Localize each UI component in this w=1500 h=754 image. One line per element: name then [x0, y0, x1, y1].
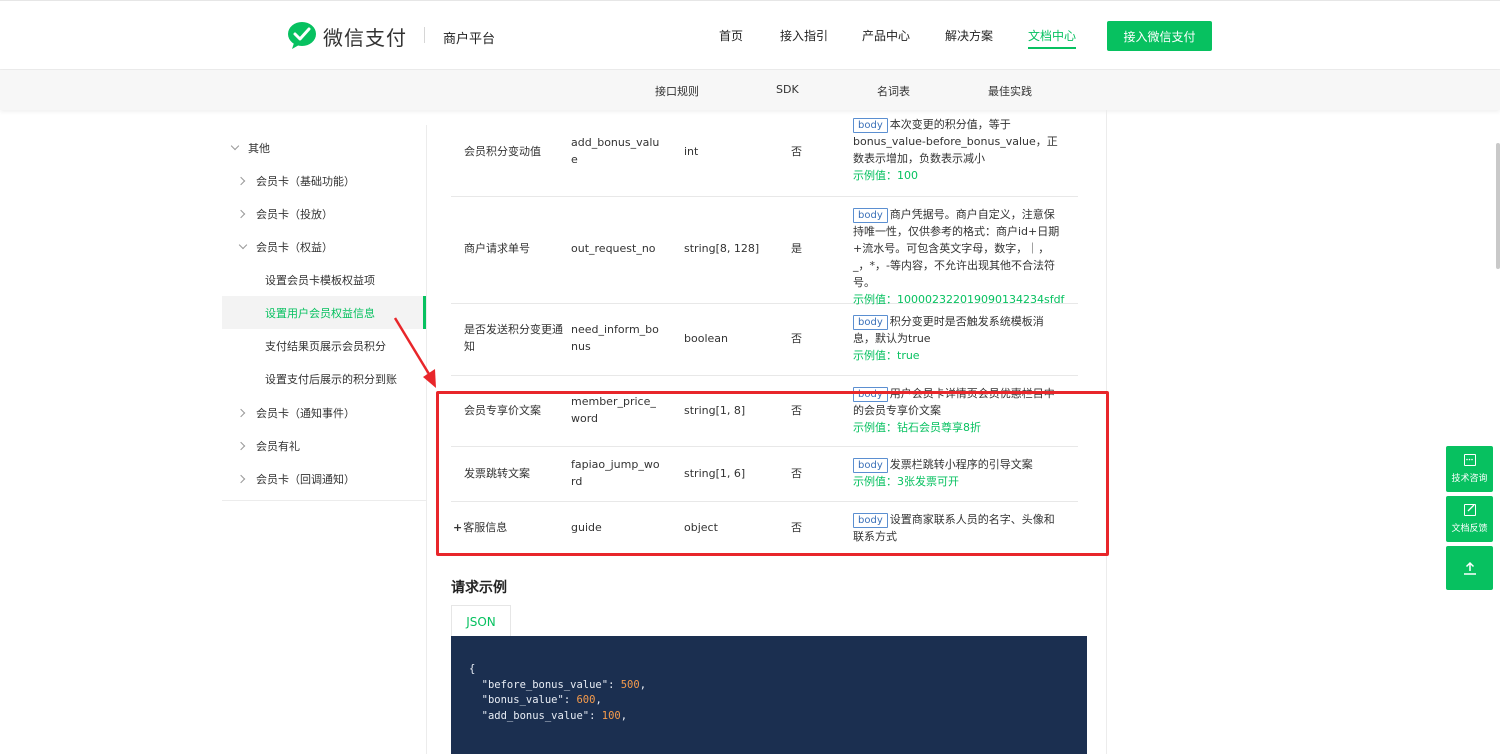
- doc-feedback-button[interactable]: 文档反馈: [1446, 496, 1493, 542]
- arrow-up-icon: [1463, 561, 1476, 575]
- chat-icon: [1463, 454, 1476, 466]
- code-line: "bonus_value": 600,: [469, 694, 602, 706]
- float-button-label: 技术咨询: [1451, 474, 1488, 484]
- code-line: "add_bonus_value": 100,: [469, 709, 628, 722]
- tab-json[interactable]: JSON: [451, 605, 511, 637]
- request-example-title: 请求示例: [451, 580, 507, 596]
- tech-consult-button[interactable]: 技术咨询: [1446, 446, 1493, 492]
- code-line: "before_bonus_value": 500,: [469, 678, 647, 691]
- code-line: {: [469, 663, 476, 675]
- code-block: { "before_bonus_value": 500, "bonus_valu…: [451, 636, 1087, 754]
- edit-icon: [1463, 504, 1476, 516]
- page-scrollbar[interactable]: [1496, 143, 1500, 269]
- float-button-label: 文档反馈: [1451, 524, 1488, 534]
- back-to-top-button[interactable]: [1446, 546, 1493, 590]
